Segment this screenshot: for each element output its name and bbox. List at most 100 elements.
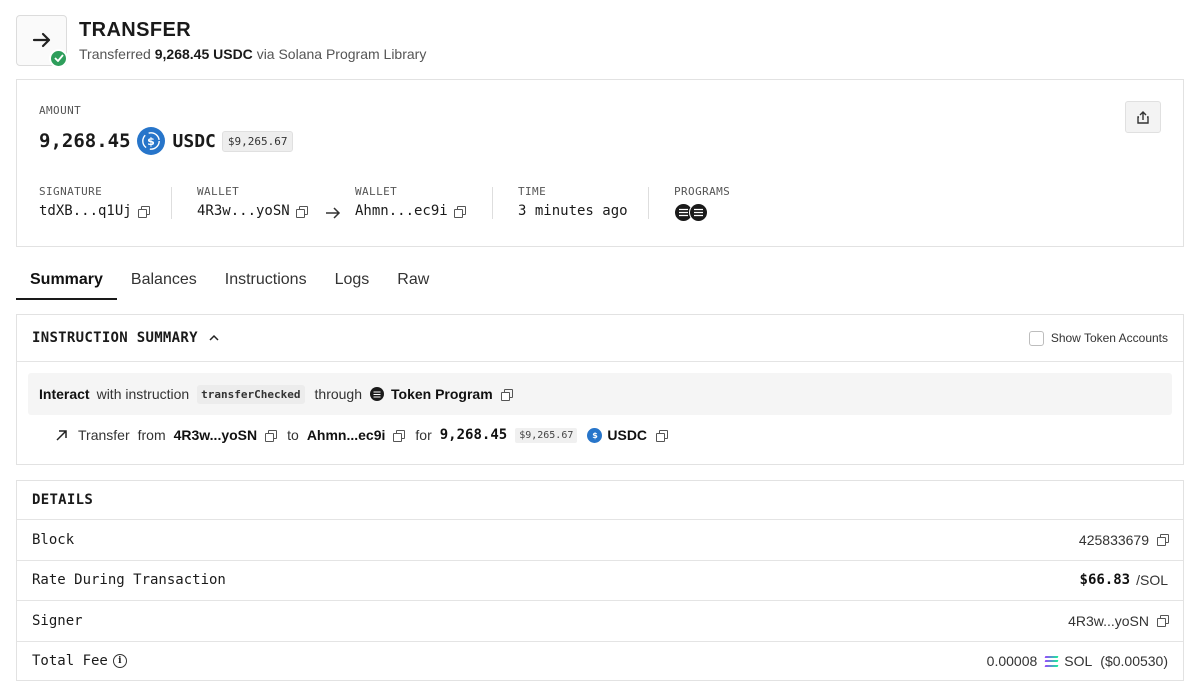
block-label: Block <box>32 531 75 548</box>
from-address[interactable]: 4R3w...yoSN <box>174 427 258 443</box>
subtitle-suffix: via Solana Program Library <box>256 45 427 62</box>
program-name[interactable]: Token Program <box>391 386 493 402</box>
transfer-symbol[interactable]: USDC <box>607 427 647 443</box>
signer-value[interactable]: 4R3w...yoSN <box>1068 613 1149 629</box>
subtitle-amount: 9,268.45 USDC <box>154 45 253 62</box>
arrow-right-icon <box>326 207 341 219</box>
instruction-summary-header: INSTRUCTION SUMMARY Show Token Accounts <box>17 315 1183 362</box>
interact-label: Interact <box>39 386 90 402</box>
programs-block: PROGRAMS <box>674 185 730 222</box>
to-address[interactable]: Ahmn...ec9i <box>307 427 386 443</box>
tab-instructions[interactable]: Instructions <box>211 265 321 300</box>
transfer-row: Transfer from 4R3w...yoSN to Ahmn...ec9i… <box>55 423 669 447</box>
amount-label: AMOUNT <box>39 104 82 117</box>
copy-icon[interactable] <box>265 429 278 442</box>
usdc-token-icon: $ <box>587 427 603 443</box>
detail-row-fee: Total Fee i 0.00008 SOL ($0.00530) <box>17 640 1183 682</box>
copy-icon[interactable] <box>656 429 669 442</box>
transfer-amount: 9,268.45 <box>439 427 508 443</box>
copy-icon[interactable] <box>500 388 513 401</box>
transaction-header: TRANSFER Transferred 9,268.45 USDC via S… <box>16 14 426 68</box>
from-wallet-label: WALLET <box>197 185 240 198</box>
solana-icon <box>1044 655 1059 667</box>
transfer-type-badge <box>16 14 68 68</box>
signer-label: Signer <box>32 612 83 629</box>
tab-logs[interactable]: Logs <box>321 265 384 300</box>
through-text: through <box>314 386 362 402</box>
arrow-right-icon <box>32 32 50 48</box>
share-icon <box>1137 110 1149 124</box>
page-title: TRANSFER <box>79 18 192 41</box>
usdc-token-icon: $ <box>136 127 165 155</box>
rate-value: $66.83 <box>1079 572 1131 589</box>
instruction-name-badge: transferChecked <box>197 384 305 404</box>
transfer-usd-badge: $9,265.67 <box>515 427 578 443</box>
tab-raw[interactable]: Raw <box>383 265 443 300</box>
svg-text:$: $ <box>592 431 598 440</box>
to-wallet-label: WALLET <box>355 185 398 198</box>
fee-symbol: SOL <box>1064 653 1093 670</box>
chevron-up-icon[interactable] <box>208 334 220 342</box>
show-token-accounts-label: Show Token Accounts <box>1050 331 1168 345</box>
transaction-overview-card: AMOUNT 9,268.45 $ USDC $9,265.67 SIGNATU… <box>16 79 1184 247</box>
transfer-word: Transfer <box>78 427 130 443</box>
amount-usd-badge: $9,265.67 <box>221 130 294 152</box>
to-word: to <box>287 427 299 443</box>
signature-value[interactable]: tdXB...q1Uj <box>39 203 132 219</box>
from-wallet-value[interactable]: 4R3w...yoSN <box>197 203 290 219</box>
fee-label: Total Fee <box>32 653 108 670</box>
amount-row: 9,268.45 $ USDC $9,265.67 <box>39 126 294 156</box>
subtitle-prefix: Transferred <box>79 45 151 62</box>
detail-row-block: Block 425833679 <box>17 519 1183 560</box>
divider <box>648 187 649 219</box>
block-value[interactable]: 425833679 <box>1079 532 1149 548</box>
tab-balances[interactable]: Balances <box>117 265 211 300</box>
details-title: DETAILS <box>32 492 94 508</box>
instruction-summary-title: INSTRUCTION SUMMARY <box>32 330 198 346</box>
time-block: TIME 3 minutes ago <box>518 185 628 219</box>
detail-row-rate: Rate During Transaction $66.83 /SOL <box>17 559 1183 601</box>
token-program-icon <box>370 387 384 401</box>
show-token-accounts-toggle[interactable]: Show Token Accounts <box>1028 330 1168 346</box>
amount-value: 9,268.45 <box>39 130 131 152</box>
instruction-row: Interact with instruction transferChecke… <box>28 373 1172 415</box>
share-button[interactable] <box>1125 101 1161 133</box>
divider <box>492 187 493 219</box>
programs-label: PROGRAMS <box>674 185 731 198</box>
signature-label: SIGNATURE <box>39 185 103 198</box>
detail-row-signer: Signer 4R3w...yoSN <box>17 600 1183 641</box>
check-icon <box>49 48 68 68</box>
from-word: from <box>137 427 166 443</box>
time-label: TIME <box>518 185 547 198</box>
arrow-up-right-icon <box>56 429 67 441</box>
divider <box>171 187 172 219</box>
copy-icon[interactable] <box>453 205 466 218</box>
copy-icon[interactable] <box>295 205 308 218</box>
to-wallet-value[interactable]: Ahmn...ec9i <box>355 203 448 219</box>
amount-symbol: USDC <box>172 130 216 152</box>
copy-icon[interactable] <box>1157 615 1169 628</box>
instruction-summary-card: INSTRUCTION SUMMARY Show Token Accounts … <box>16 314 1184 465</box>
fee-value: 0.00008 <box>986 653 1038 670</box>
show-token-accounts-checkbox[interactable] <box>1028 330 1044 346</box>
tab-summary[interactable]: Summary <box>16 265 117 300</box>
token-program-icon[interactable] <box>689 203 708 222</box>
rate-label: Rate During Transaction <box>32 572 226 589</box>
from-wallet-block: WALLET 4R3w...yoSN <box>197 185 308 219</box>
copy-icon[interactable] <box>1157 534 1169 547</box>
svg-text:$: $ <box>147 135 155 148</box>
copy-icon[interactable] <box>137 205 150 218</box>
transaction-tabs: Summary Balances Instructions Logs Raw <box>16 265 443 300</box>
for-word: for <box>415 427 432 443</box>
transaction-subtitle: Transferred 9,268.45 USDC via Solana Pro… <box>79 46 426 62</box>
rate-unit: /SOL <box>1136 572 1168 589</box>
details-card: DETAILS Block 425833679 Rate During Tran… <box>16 480 1184 681</box>
fee-usd: ($0.00530) <box>1100 653 1168 670</box>
with-instruction-text: with instruction <box>96 386 190 402</box>
signature-block: SIGNATURE tdXB...q1Uj <box>39 185 150 219</box>
to-wallet-block: WALLET Ahmn...ec9i <box>355 185 466 219</box>
info-icon[interactable]: i <box>112 654 127 669</box>
copy-icon[interactable] <box>393 429 406 442</box>
time-value: 3 minutes ago <box>518 203 628 219</box>
transaction-meta: SIGNATURE tdXB...q1Uj WALLET 4R3w...yoSN… <box>39 185 1161 229</box>
